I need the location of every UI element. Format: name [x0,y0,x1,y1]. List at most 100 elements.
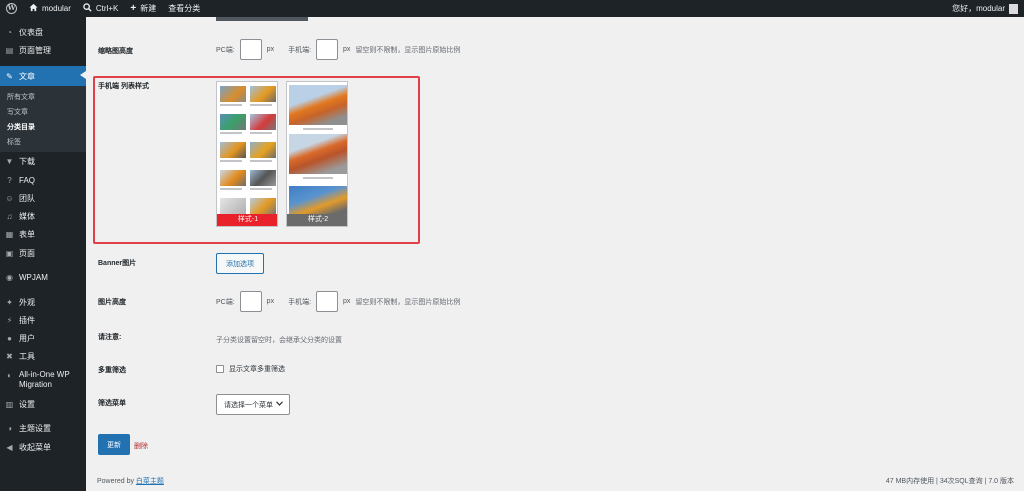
admin-sidebar: ◔ 仪表盘 ▤ 页面管理 ✎ 文章 所有文章 写文章 分类目录 标签 ▼ 下载 … [0,17,86,491]
sidebar-item-label: 工具 [19,351,35,361]
sidebar-item-label: All-in-One WP Migration [19,370,70,389]
sidebar-item-forms[interactable]: ▦ 表单 [0,225,86,243]
sidebar-item-migration[interactable]: ◐ All-in-One WP Migration [0,367,86,393]
sidebar-item-label: 表单 [19,229,35,239]
sidebar-item-users[interactable]: ● 用户 [0,329,86,347]
site-name-link[interactable]: modular [23,0,77,17]
posts-submenu: 所有文章 写文章 分类目录 标签 [0,86,86,152]
dashboard-icon: ◔ [7,27,12,37]
add-option-button[interactable]: 添加选项 [216,253,264,274]
view-category-link[interactable]: 查看分类 [162,0,206,17]
plus-icon: + [130,3,137,14]
wordpress-logo-icon: W [6,3,17,14]
site-name: modular [42,4,71,13]
sidebar-item-label: 主题设置 [19,423,51,433]
pc-label: PC端: [216,298,235,306]
avatar [1009,3,1018,14]
sidebar-item-team[interactable]: ☺ 团队 [0,189,86,207]
image-height-label: 图片高度 [98,299,126,306]
preview-item [220,170,246,192]
filter-menu-selected: 请选择一个菜单 [224,401,273,409]
sidebar-item-page-manage[interactable]: ▤ 页面管理 [0,41,86,59]
sidebar-item-label: 收起菜单 [19,442,51,452]
sidebar-item-faq[interactable]: ? FAQ [0,171,86,189]
sidebar-item-plugins[interactable]: ⚡ 插件 [0,311,86,329]
sidebar-item-dashboard[interactable]: ◔ 仪表盘 [0,23,86,41]
list-style-option-1[interactable]: 样式-1 [216,81,278,227]
list-style-option-1-label: 样式-1 [217,214,277,226]
appearance-icon: ✦ [6,297,13,307]
view-category-label: 查看分类 [168,4,201,13]
users-icon: ● [7,333,12,343]
sidebar-item-download[interactable]: ▼ 下载 [0,152,86,170]
sidebar-item-tools[interactable]: ✖ 工具 [0,347,86,365]
image-height-hint: 留空则不限制，显示图片原始比例 [355,298,461,306]
download-icon: ▼ [5,156,14,166]
new-content-menu[interactable]: + 新建 [124,0,162,17]
delete-link[interactable]: 删除 [134,441,148,451]
sidebar-item-appearance[interactable]: ✦ 外观 [0,293,86,311]
home-icon [29,3,38,14]
filter-menu-select[interactable]: 请选择一个菜单 [216,394,290,415]
image-height-field: PC端: px 手机端: px 留空则不限制，显示图片原始比例 [216,291,460,312]
sidebar-item-label: FAQ [19,175,36,185]
admin-bar: W modular Ctrl+K + 新建 查看分类 您好，modular [0,0,1024,17]
banner-label: Banner图片 [98,260,137,267]
notice-text: 子分类设置留空时，会继承父分类的设置 [216,337,342,344]
plugin-icon: ⚡ [6,315,13,325]
sidebar-item-label: 页面 [19,248,35,258]
collapse-icon: ◀ [6,442,13,452]
preview-item [289,134,347,179]
theme-link[interactable]: 白菜主题 [136,478,164,485]
new-label: 新建 [140,4,157,13]
sidebar-item-posts[interactable]: ✎ 文章 [0,66,86,86]
form-icon: ▦ [5,229,14,239]
list-style-option-2[interactable]: 样式-2 [286,81,348,227]
thumb-height-label: 缩略图高度 [98,48,133,55]
image-height-mobile-input[interactable] [316,291,339,312]
image-height-pc-input[interactable] [239,291,262,312]
sidebar-collapse-button[interactable]: ◀ 收起菜单 [0,438,86,456]
preview-item [250,114,276,136]
multi-filter-checkbox-label[interactable]: 显示文章多重筛选 [229,364,285,374]
shortcut-label: Ctrl+K [95,4,119,13]
mobile-label: 手机端: [288,46,312,54]
sidebar-item-theme-settings[interactable]: ◑ 主题设置 [0,419,86,437]
sidebar-item-settings[interactable]: ▥ 设置 [0,395,86,413]
account-menu[interactable]: 您好，modular [952,3,1024,14]
submenu-new-post[interactable]: 写文章 [7,107,28,117]
preview-item [289,186,347,214]
sidebar-item-label: 媒体 [19,211,35,221]
pages-icon: ▣ [5,248,14,258]
footer-credit: Powered by 白菜主题 [97,476,164,486]
unit-label: px [266,298,275,305]
sidebar-item-wpjam[interactable]: ◉ WPJAM [0,268,86,286]
multi-filter-checkbox[interactable] [216,365,224,373]
footer-stats: 47 MB内存使用 | 34次SQL查询 | 7.0 版本 [885,478,1014,485]
command-palette-button[interactable]: Ctrl+K [77,0,124,17]
preview-item [250,170,276,192]
thumb-height-mobile-input[interactable] [316,39,339,60]
submenu-categories[interactable]: 分类目录 [7,122,35,132]
preview-item [220,142,246,164]
theme-settings-icon: ◑ [7,423,12,433]
unit-label: px [266,46,275,53]
wp-logo-menu[interactable]: W [0,0,23,17]
multi-filter-field: 显示文章多重筛选 [216,364,285,374]
unit-label: px [343,46,351,53]
powered-by-text: Powered by [97,478,134,485]
submenu-tags[interactable]: 标签 [7,137,21,147]
submenu-all-posts[interactable]: 所有文章 [7,92,35,102]
sidebar-item-media[interactable]: ♫ 媒体 [0,207,86,225]
settings-icon: ▥ [5,399,14,409]
media-icon: ♫ [6,211,13,221]
sidebar-item-label: 设置 [19,399,35,409]
preview-item [250,142,276,164]
thumb-height-hint: 留空则不限制，显示图片原始比例 [355,46,461,54]
faq-icon: ? [7,175,12,185]
sidebar-item-label: 下载 [19,156,35,166]
thumb-height-pc-input[interactable] [239,39,262,60]
update-button[interactable]: 更新 [98,434,130,455]
page-manage-icon: ▤ [5,45,14,55]
sidebar-item-pages[interactable]: ▣ 页面 [0,244,86,262]
